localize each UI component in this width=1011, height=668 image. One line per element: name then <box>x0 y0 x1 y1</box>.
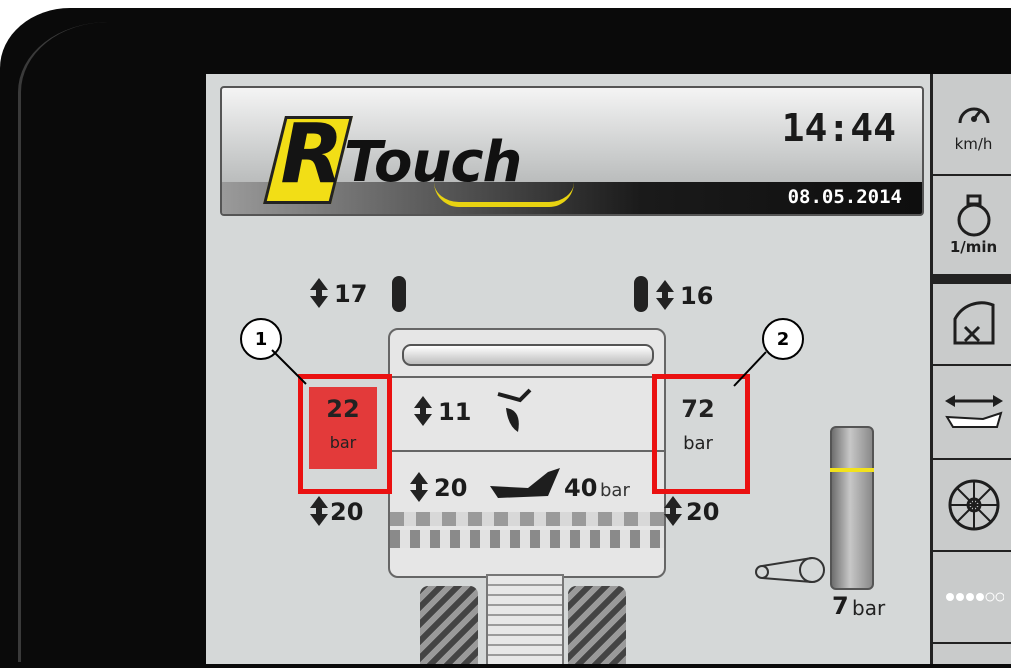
engine-icon <box>957 194 990 237</box>
right-sensor-indicator <box>634 276 648 312</box>
logo-swoosh <box>434 182 574 207</box>
clock-time: 14:44 <box>781 106 896 150</box>
callout-1-leader <box>271 349 307 385</box>
left-pressure-alert[interactable]: 22 bar <box>309 387 377 469</box>
sidebar-item-steering[interactable] <box>933 284 1011 366</box>
upper-section-value: 11 <box>438 398 472 426</box>
right-pressure-readout[interactable]: 72 bar <box>662 387 734 469</box>
sidebar-item-width[interactable] <box>933 366 1011 460</box>
callout-2-leader <box>733 351 767 387</box>
bezel-edge <box>18 22 111 662</box>
right-pressure-value: 72 <box>681 395 715 423</box>
side-menu: km/h 1/min <box>930 74 1011 664</box>
sidebar-item-rpm[interactable]: 1/min <box>933 176 1011 276</box>
left-pressure-value: 22 <box>326 395 360 423</box>
left-top-value: 17 <box>334 280 368 308</box>
machine-schematic: 11 20 40 bar <box>388 328 666 578</box>
gauge-unit: bar <box>852 596 886 620</box>
tine-row <box>390 512 664 526</box>
updown-arrow-icon <box>310 496 328 526</box>
width-adjust-icon <box>944 395 1003 428</box>
machine-divider <box>390 450 664 452</box>
tine-row <box>390 530 664 548</box>
lower-section-value: 20 <box>434 474 468 502</box>
lower-pressure-value: 40 <box>564 474 598 502</box>
updown-arrow-icon <box>410 472 428 502</box>
sidebar-item-more[interactable] <box>933 552 1011 644</box>
crop-share-icon <box>497 388 532 432</box>
left-bottom-value: 20 <box>330 498 364 526</box>
clock-date: 08.05.2014 <box>787 186 902 208</box>
steering-icon <box>953 301 994 345</box>
updown-arrow-icon <box>310 278 328 308</box>
speedometer-icon <box>958 107 989 124</box>
sidebar-label-rpm: 1/min <box>949 238 998 256</box>
machine-divider <box>390 376 664 378</box>
gauge-value: 7 <box>832 592 849 620</box>
sidebar-item-speed[interactable]: km/h <box>933 74 1011 176</box>
drawbar <box>486 574 564 664</box>
header-bar: R Touch 14:44 08.05.2014 <box>220 86 924 216</box>
right-pressure-unit: bar <box>683 433 713 454</box>
updown-arrow-icon <box>656 280 674 310</box>
belt-drive-icon <box>755 557 825 583</box>
terminal-screen: R Touch 14:44 08.05.2014 km/h 1/min 17 1… <box>206 74 1011 664</box>
right-bottom-value: 20 <box>686 498 720 526</box>
pressure-gauge <box>830 426 874 590</box>
sidebar-label-speed: km/h <box>954 135 993 153</box>
left-sensor-indicator <box>392 276 406 312</box>
sidebar-item-wheel[interactable] <box>933 460 1011 552</box>
left-pressure-unit: bar <box>329 433 357 452</box>
left-tyre <box>420 586 478 664</box>
logo-letter: R <box>280 107 344 202</box>
pickup-roller <box>402 344 654 366</box>
updown-arrow-icon <box>664 496 682 526</box>
wheel-icon <box>948 479 999 531</box>
lower-pressure-unit: bar <box>600 480 630 501</box>
updown-arrow-icon <box>414 396 432 426</box>
share-body-icon <box>490 468 560 498</box>
sidebar-divider <box>933 276 1011 284</box>
gauge-marker <box>830 468 874 472</box>
dots-icon <box>945 592 1004 602</box>
right-tyre <box>568 586 626 664</box>
right-top-value: 16 <box>680 282 714 310</box>
